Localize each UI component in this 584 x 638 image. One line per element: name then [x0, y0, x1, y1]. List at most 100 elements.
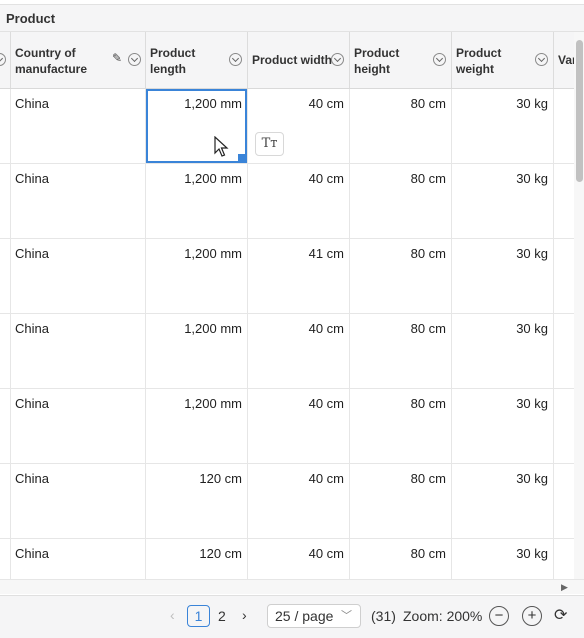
column-label-line2: height	[354, 62, 390, 76]
table-cell-height[interactable]: 80 cm	[350, 389, 452, 463]
table-cell-width[interactable]: 40 cm	[248, 314, 350, 388]
table-row: China 120 cm 40 cm 80 cm 30 kg	[0, 464, 574, 539]
table-cell-height[interactable]: 80 cm	[350, 239, 452, 313]
table-cell[interactable]	[0, 164, 11, 238]
table-cell-width[interactable]: 40 cm	[248, 539, 350, 579]
table-cell-width[interactable]: 40 cm	[248, 164, 350, 238]
table-cell-width[interactable]: 40 cm	[248, 389, 350, 463]
table-cell-width[interactable]: 41 cm	[248, 239, 350, 313]
table-cell-height[interactable]: 80 cm	[350, 164, 452, 238]
table-cell-country[interactable]: China	[11, 89, 146, 163]
column-header-country[interactable]: Country of manufacture ✎	[11, 32, 146, 88]
column-label: Product	[354, 46, 400, 60]
table-row: China 1,200 mm 41 cm 80 cm 30 kg	[0, 239, 574, 314]
vertical-scrollbar-thumb[interactable]	[576, 40, 583, 182]
table-cell-length[interactable]: 1,200 mm	[146, 314, 248, 388]
table-cell[interactable]	[0, 89, 11, 163]
column-label: Product width	[252, 53, 332, 67]
fill-handle[interactable]	[238, 154, 246, 162]
column-label: Product	[150, 46, 196, 60]
table-cell-height[interactable]: 80 cm	[350, 89, 452, 163]
table-cell-length[interactable]: 120 cm	[146, 464, 248, 538]
zoom-level: Zoom: 200%	[403, 608, 483, 624]
scroll-right-arrow-icon[interactable]: ▶	[561, 580, 568, 595]
selected-cell-outline	[146, 89, 247, 163]
table-cell-weight[interactable]: 30 kg	[452, 464, 554, 538]
page-size-select[interactable]: 25 / page ﹀	[267, 604, 361, 628]
zoom-in-button[interactable]: +	[522, 606, 542, 626]
table-cell[interactable]	[0, 464, 11, 538]
column-label: Country of	[15, 46, 76, 60]
table-cell[interactable]	[0, 539, 11, 579]
prev-page-button[interactable]: ‹	[170, 607, 175, 623]
page-1-button[interactable]: 1	[187, 605, 210, 627]
chevron-down-icon: ﹀	[341, 610, 352, 622]
column-header-row: Country of manufacture ✎ Product length …	[0, 32, 584, 89]
table-cell-partial[interactable]	[554, 389, 574, 463]
total-count: (31)	[371, 608, 396, 624]
zoom-out-button[interactable]: −	[489, 606, 509, 626]
group-title: Product	[6, 11, 56, 26]
table-cell-weight[interactable]: 30 kg	[452, 389, 554, 463]
table-row: China 1,200 mm 40 cm 80 cm 30 kg	[0, 89, 574, 164]
column-header-width[interactable]: Product width	[248, 32, 350, 88]
mouse-cursor-icon	[214, 136, 229, 157]
table-cell-country[interactable]: China	[11, 164, 146, 238]
table-cell-length[interactable]: 120 cm	[146, 539, 248, 579]
table-cell-country[interactable]: China	[11, 464, 146, 538]
column-label-line2: length	[150, 62, 186, 76]
column-menu-icon[interactable]	[128, 53, 141, 66]
column-header-length[interactable]: Product length	[146, 32, 248, 88]
table-cell-country[interactable]: China	[11, 389, 146, 463]
table-cell-height[interactable]: 80 cm	[350, 539, 452, 579]
refresh-icon[interactable]: ⟳	[554, 605, 567, 625]
table-cell[interactable]	[0, 389, 11, 463]
table-row: China 1,200 mm 40 cm 80 cm 30 kg	[0, 314, 574, 389]
group-header: Product	[0, 4, 584, 32]
table-cell-partial[interactable]	[554, 239, 574, 313]
table-cell-country[interactable]: China	[11, 314, 146, 388]
table-cell-weight[interactable]: 30 kg	[452, 239, 554, 313]
table-cell-weight[interactable]: 30 kg	[452, 539, 554, 579]
column-menu-icon[interactable]	[331, 53, 344, 66]
table-cell-country[interactable]: China	[11, 239, 146, 313]
table-cell-height[interactable]: 80 cm	[350, 314, 452, 388]
table-cell-weight[interactable]: 30 kg	[452, 314, 554, 388]
column-header-height[interactable]: Product height	[350, 32, 452, 88]
text-format-icon: Tт	[261, 136, 278, 151]
text-format-button[interactable]: Tт	[255, 132, 284, 156]
column-label-line2: weight	[456, 62, 494, 76]
column-header-hidden	[0, 32, 11, 88]
pagination-footer: ‹ 1 2 › 25 / page ﹀ (31) Zoom: 200% − + …	[0, 595, 584, 638]
table-cell[interactable]	[0, 239, 11, 313]
table-cell-weight[interactable]: 30 kg	[452, 164, 554, 238]
table-cell-partial[interactable]	[554, 539, 574, 579]
pin-icon[interactable]: ✎	[112, 51, 122, 65]
column-header-weight[interactable]: Product weight	[452, 32, 554, 88]
table-row: China 120 cm 40 cm 80 cm 30 kg	[0, 539, 574, 579]
table-cell-partial[interactable]	[554, 164, 574, 238]
table-cell-weight[interactable]: 30 kg	[452, 89, 554, 163]
column-label: Product	[456, 46, 502, 60]
grid-body: China 1,200 mm 40 cm 80 cm 30 kg China 1,200 m…	[0, 89, 574, 579]
page-2-button[interactable]: 2	[218, 608, 226, 624]
table-cell-length[interactable]: 1,200 mm	[146, 164, 248, 238]
horizontal-scrollbar[interactable]: ▶	[0, 579, 584, 594]
column-label-line2: manufacture	[15, 62, 88, 76]
column-menu-icon[interactable]	[433, 53, 446, 66]
table-cell-partial[interactable]	[554, 89, 574, 163]
page-size-value: 25 / page	[275, 608, 334, 624]
table-cell-width[interactable]: 40 cm	[248, 464, 350, 538]
table-cell-country[interactable]: China	[11, 539, 146, 579]
table-cell-height[interactable]: 80 cm	[350, 464, 452, 538]
table-cell-partial[interactable]	[554, 464, 574, 538]
table-row: China 1,200 mm 40 cm 80 cm 30 kg	[0, 389, 574, 464]
table-row: China 1,200 mm 40 cm 80 cm 30 kg	[0, 164, 574, 239]
next-page-button[interactable]: ›	[242, 607, 247, 623]
table-cell-length[interactable]: 1,200 mm	[146, 389, 248, 463]
table-cell-length[interactable]: 1,200 mm	[146, 239, 248, 313]
column-menu-icon[interactable]	[229, 53, 242, 66]
table-cell-partial[interactable]	[554, 314, 574, 388]
column-menu-icon[interactable]	[535, 53, 548, 66]
table-cell[interactable]	[0, 314, 11, 388]
